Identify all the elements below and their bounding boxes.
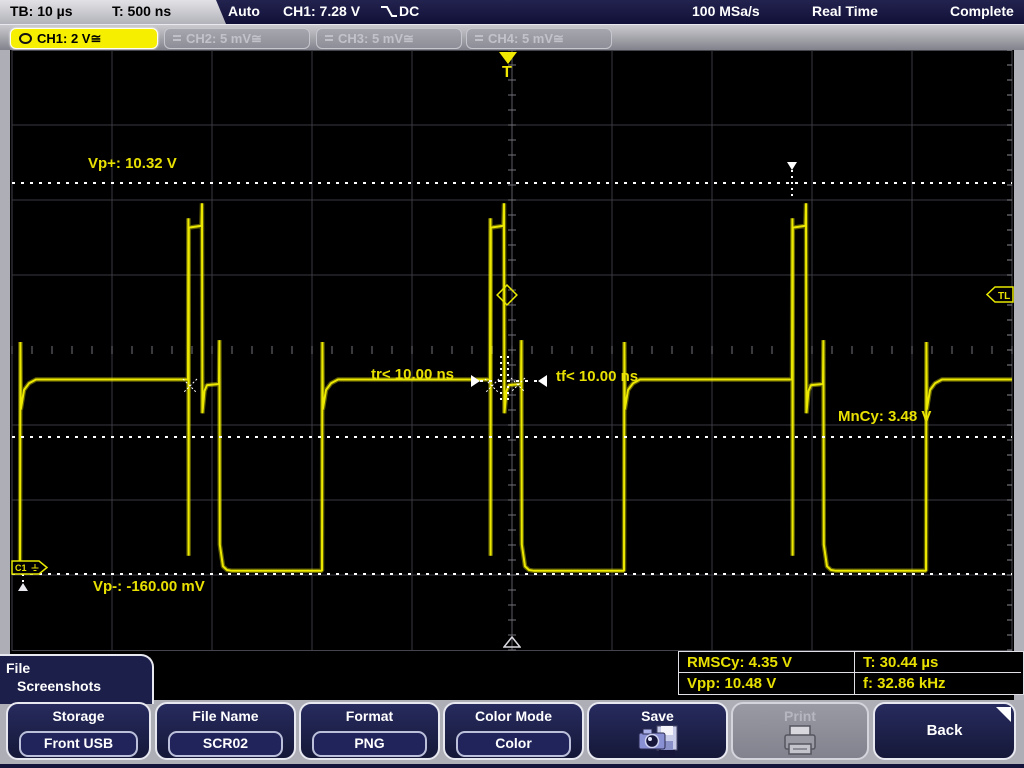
tab-ch1-label: CH1: 2 V≅ xyxy=(37,31,102,46)
back-button-label: Back xyxy=(926,722,963,739)
bottom-center-marker-icon xyxy=(503,636,521,648)
edge-cursor-line xyxy=(500,356,502,404)
fall-time-annotation: tf< 10.00 ns xyxy=(556,368,639,385)
file-name-button[interactable]: File Name SCR02 xyxy=(155,702,296,760)
tab-ch4[interactable]: CH4: 5 mV≅ xyxy=(466,28,612,49)
color-mode-button[interactable]: Color Mode Color xyxy=(443,702,584,760)
edge-cursor-line xyxy=(507,356,509,404)
file-name-button-label: File Name xyxy=(192,708,259,724)
vp-minus-annotation: Vp-: -160.00 mV xyxy=(93,578,205,595)
tab-ch1[interactable]: CH1: 2 V≅ xyxy=(10,28,158,49)
channel-state-icon xyxy=(19,33,32,44)
measurement-cell: RMSCy: 4.35 V xyxy=(679,652,855,673)
tab-ch3[interactable]: CH3: 5 mV≅ xyxy=(316,28,462,49)
tab-ch2-label: CH2: 5 mV≅ xyxy=(186,31,262,46)
sample-rate: 100 MSa/s xyxy=(692,3,760,19)
left-marker-line xyxy=(22,574,24,583)
color-mode-button-label: Color Mode xyxy=(475,708,552,724)
measure-arrow-right-icon xyxy=(471,375,480,387)
peak-marker-icon xyxy=(787,162,797,170)
format-button-label: Format xyxy=(345,708,394,724)
acquisition-mode: Real Time xyxy=(812,3,878,19)
storage-value: Front USB xyxy=(19,731,138,757)
printer-icon xyxy=(733,724,867,763)
measure-arrow-left-icon xyxy=(538,375,547,387)
tab-ch3-label: CH3: 5 mV≅ xyxy=(338,31,414,46)
storage-button-label: Storage xyxy=(52,708,105,724)
trigger-coupling: DC xyxy=(399,3,420,19)
trigger-level-label: TL xyxy=(998,291,1010,302)
measure-span-line xyxy=(480,380,538,382)
save-button-label: Save xyxy=(641,708,674,724)
save-button[interactable]: Save xyxy=(587,702,728,760)
menu-title-line2: Screenshots xyxy=(17,678,102,694)
menu-title-line1: File xyxy=(6,660,31,676)
measurement-cell: T: 30.44 µs xyxy=(855,652,1021,673)
print-button: Print xyxy=(731,702,869,760)
submenu-corner-icon xyxy=(996,707,1011,722)
acquisition-status: Complete xyxy=(950,3,1014,19)
vp-plus-annotation: Vp+: 10.32 V xyxy=(88,155,177,172)
mean-cycle-reference-line xyxy=(12,436,1012,438)
storage-button[interactable]: Storage Front USB xyxy=(6,702,151,760)
back-button[interactable]: Back xyxy=(873,702,1016,760)
rise-time-annotation: tr< 10.00 ns xyxy=(371,366,454,383)
trigger-time-value: T: 500 ns xyxy=(112,3,172,19)
left-edge-marker-icon xyxy=(18,583,28,591)
trigger-marker-label: T xyxy=(502,64,512,81)
ch1-trace xyxy=(12,203,1012,574)
falling-edge-icon xyxy=(381,6,397,17)
trigger-level-marker[interactable]: TL xyxy=(986,286,1014,304)
file-name-value: SCR02 xyxy=(168,731,283,757)
screen-right-bezel xyxy=(1014,50,1024,702)
menu-title-panel: File Screenshots xyxy=(0,654,154,704)
channel-tab-bar: CH1: 2 V≅ CH2: 5 mV≅ CH3: 5 mV≅ CH4: 5 m… xyxy=(0,25,1024,50)
channel-ground-marker[interactable]: C1 xyxy=(11,560,51,575)
camera-floppy-icon xyxy=(589,724,726,763)
tab-ch4-label: CH4: 5 mV≅ xyxy=(488,31,564,46)
waveform-display: T TL C1 Vp+: 10.32 V MnCy: 3.48 V Vp-: -… xyxy=(10,50,1014,702)
measurement-cell: Vpp: 10.48 V xyxy=(679,673,855,694)
vp-minus-reference-line xyxy=(12,573,1012,575)
measurement-results-table: RMSCy: 4.35 V T: 30.44 µs Vpp: 10.48 V f… xyxy=(678,651,1024,695)
trigger-point-diamond-icon xyxy=(496,284,518,306)
timebase-value: TB: 10 µs xyxy=(10,3,73,19)
color-mode-value: Color xyxy=(456,731,571,757)
peak-marker-line xyxy=(791,170,793,198)
mean-cycle-annotation: MnCy: 3.48 V xyxy=(838,408,932,425)
menu-bottom-strip xyxy=(0,764,1024,768)
measurement-cell: f: 32.86 kHz xyxy=(863,675,946,692)
tab-ch2[interactable]: CH2: 5 mV≅ xyxy=(164,28,310,49)
trigger-setting: CH1: 7.28 V xyxy=(283,3,361,19)
channel-marker-label: C1 xyxy=(15,563,27,573)
trigger-position-marker-icon[interactable] xyxy=(499,52,517,64)
status-bar: TB: 10 µs T: 500 ns Auto CH1: 7.28 V DC … xyxy=(0,0,1024,25)
format-button[interactable]: Format PNG xyxy=(299,702,440,760)
vp-plus-reference-line xyxy=(12,182,1012,184)
format-value: PNG xyxy=(312,731,427,757)
oscilloscope-screen: TB: 10 µs T: 500 ns Auto CH1: 7.28 V DC … xyxy=(0,0,1024,768)
channel-off-icon xyxy=(325,35,333,37)
channel-off-icon xyxy=(173,35,181,37)
channel-off-icon xyxy=(475,35,483,37)
trigger-mode: Auto xyxy=(228,3,260,19)
print-button-label: Print xyxy=(784,708,816,724)
timebase-section: TB: 10 µs T: 500 ns xyxy=(0,0,226,24)
